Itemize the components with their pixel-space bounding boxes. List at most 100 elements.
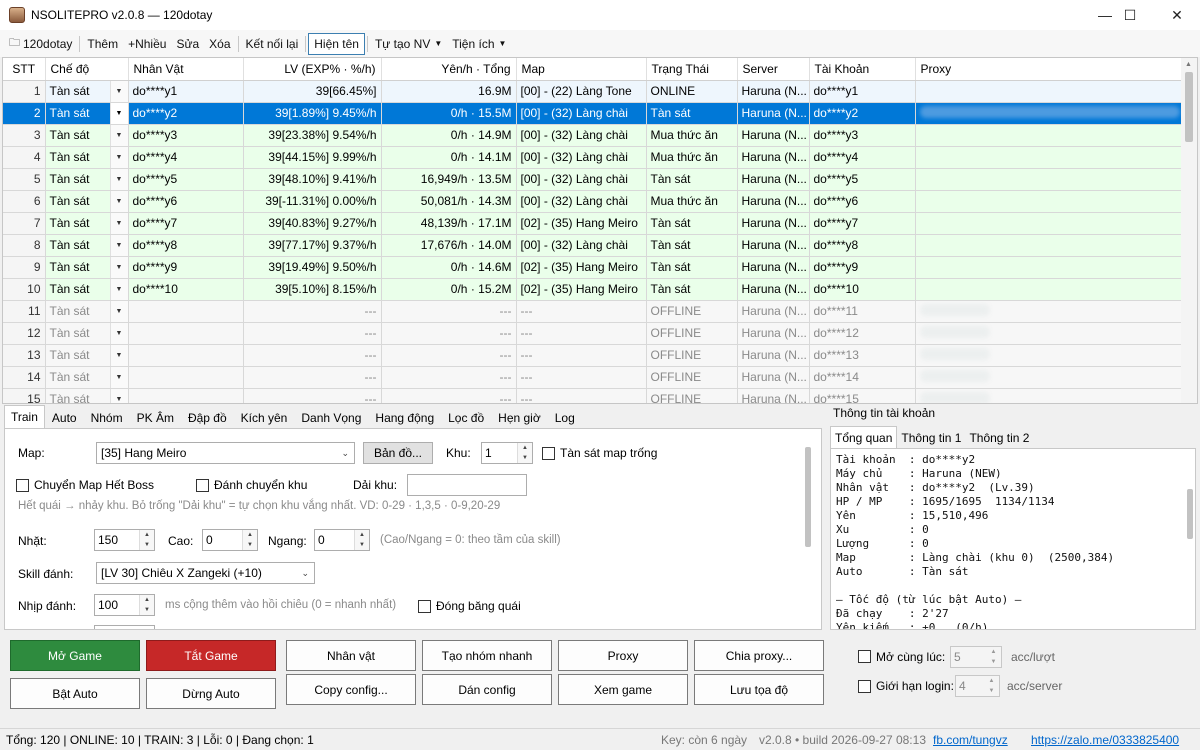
table-row[interactable]: 12 Tàn sát ▼ --- --- --- OFFLINE Haruna (N... do… [3,322,1184,345]
chevron-down-icon[interactable]: ▼ [144,607,150,613]
paste-config-button[interactable]: Dán config [422,674,552,705]
col-stt[interactable]: STT [3,58,46,81]
tab-6[interactable]: Danh Vọng [294,407,368,428]
tab-thong-tin-1[interactable]: Thông tin 1 [897,428,965,448]
chevron-up-icon[interactable]: ▲ [522,445,528,451]
tansat-empty-checkbox[interactable] [542,447,555,460]
mode-cell[interactable]: Tàn sát ▼ [45,80,129,103]
mode-cell[interactable]: Tàn sát ▼ [45,102,129,125]
mode-cell[interactable]: Tàn sát ▼ [45,124,129,147]
table-row[interactable]: 5 Tàn sát ▼ do****y5 39[48.10%] 9.41%/h 16,94… [3,168,1184,191]
col-mode[interactable]: Chế độ [45,58,129,81]
view-game-button[interactable]: Xem game [558,674,688,705]
chevron-down-icon[interactable]: ▼ [109,80,127,101]
mode-cell[interactable]: Tàn sát ▼ [45,300,129,323]
menu-add-multiple[interactable]: +Nhiều [123,33,171,55]
danh-chuyen-khu-checkbox[interactable] [196,479,209,492]
menu-show-names[interactable]: Hiện tên [308,32,365,55]
chevron-down-icon[interactable]: ▼ [109,300,127,321]
chevron-down-icon[interactable]: ▼ [109,234,127,255]
next-stepper-partial[interactable] [94,625,155,629]
map-picker-button[interactable]: Bản đồ... [363,442,433,464]
chevron-up-icon[interactable]: ▲ [989,678,995,684]
tab-4[interactable]: Đập đồ [181,407,234,428]
menu-delete[interactable]: Xóa [204,33,235,55]
mode-cell[interactable]: Tàn sát ▼ [45,256,129,279]
col-yen[interactable]: Yên/h · Tổng [381,58,517,81]
quick-group-button[interactable]: Tạo nhóm nhanh [422,640,552,671]
mode-cell[interactable]: Tàn sát ▼ [45,146,129,169]
chevron-down-icon[interactable]: ▼ [989,688,995,694]
close-button[interactable]: ✕ [1154,0,1200,30]
chevron-up-icon[interactable]: ▲ [144,597,150,603]
login-limit-checkbox[interactable] [858,680,871,693]
table-row[interactable]: 11 Tàn sát ▼ --- --- --- OFFLINE Haruna (N... do… [3,300,1184,323]
chevron-up-icon[interactable]: ▲ [144,532,150,538]
table-row[interactable]: 6 Tàn sát ▼ do****y6 39[-11.31%] 0.00%/h 50,0… [3,190,1184,213]
chevron-down-icon[interactable]: ▼ [991,659,997,665]
info-scroll-thumb[interactable] [1187,489,1193,539]
chevron-down-icon[interactable]: ▼ [109,146,127,167]
mode-cell[interactable]: Tàn sát ▼ [45,322,129,345]
open-game-button[interactable]: Mở Game [10,640,140,671]
start-auto-button[interactable]: Bật Auto [10,678,140,709]
scroll-thumb[interactable] [805,447,811,547]
nhip-stepper[interactable]: 100 ▲ ▼ [94,594,155,616]
col-status[interactable]: Trạng Thái [646,58,738,81]
tab-0[interactable]: Train [4,405,45,428]
menu-utilities[interactable]: Tiện ích ▼ [447,33,511,55]
chevron-down-icon[interactable]: ▼ [109,168,127,189]
chevron-up-icon[interactable]: ▲ [247,532,253,538]
grid-scrollbar[interactable]: ▲ [1181,58,1197,403]
tab-8[interactable]: Lọc đồ [441,407,491,428]
table-row[interactable]: 3 Tàn sát ▼ do****y3 39[23.38%] 9.54%/h 0/h ·… [3,124,1184,147]
chevron-down-icon[interactable]: ▼ [109,212,127,233]
panel-scrollbar[interactable] [801,437,815,627]
table-row[interactable]: 9 Tàn sát ▼ do****y9 39[19.49%] 9.50%/h 0/h ·… [3,256,1184,279]
col-level[interactable]: LV (EXP% · %/h) [243,58,382,81]
character-button[interactable]: Nhân vật [286,640,416,671]
mode-cell[interactable]: Tàn sát ▼ [45,388,129,403]
chevron-down-icon[interactable]: ▼ [522,455,528,461]
chevron-down-icon[interactable]: ▼ [109,190,127,211]
chevron-down-icon[interactable]: ▼ [247,542,253,548]
tab-10[interactable]: Log [548,407,582,428]
proxy-button[interactable]: Proxy [558,640,688,671]
mode-cell[interactable]: Tàn sát ▼ [45,278,129,301]
chevron-down-icon[interactable]: ▼ [109,256,127,277]
menu-add[interactable]: Thêm [82,33,123,55]
mode-cell[interactable]: Tàn sát ▼ [45,190,129,213]
chevron-down-icon[interactable]: ▼ [144,542,150,548]
table-row[interactable]: 14 Tàn sát ▼ --- --- --- OFFLINE Haruna (N... do… [3,366,1184,389]
chuyen-map-checkbox[interactable] [16,479,29,492]
chevron-up-icon[interactable]: ▲ [991,649,997,655]
maximize-button[interactable]: ☐ [1107,0,1153,30]
col-server[interactable]: Server [737,58,810,81]
table-row[interactable]: 2 Tàn sát ▼ do****y2 39[1.89%] 9.45%/h 0/h · … [3,102,1184,125]
copy-config-button[interactable]: Copy config... [286,674,416,705]
tab-2[interactable]: Nhóm [84,407,130,428]
table-row[interactable]: 10 Tàn sát ▼ do****10 39[5.10%] 8.15%/h 0/h ·… [3,278,1184,301]
scroll-thumb[interactable] [1185,72,1193,142]
chevron-up-icon[interactable]: ▲ [359,532,365,538]
login-limit-stepper[interactable]: 4 ▲ ▼ [955,675,1000,697]
chevron-down-icon[interactable]: ▼ [109,102,127,123]
dong-bang-checkbox[interactable] [418,600,431,613]
col-map[interactable]: Map [516,58,647,81]
table-row[interactable]: 7 Tàn sát ▼ do****y7 39[40.83%] 9.27%/h 48,13… [3,212,1184,235]
cao-stepper[interactable]: 0 ▲ ▼ [202,529,258,551]
mode-cell[interactable]: Tàn sát ▼ [45,366,129,389]
tab-tong-quan[interactable]: Tổng quan [830,426,898,448]
menu-auto-create[interactable]: Tự tạo NV ▼ [370,33,447,55]
tab-thong-tin-2[interactable]: Thông tin 2 [965,428,1033,448]
col-character[interactable]: Nhân Vật [128,58,244,81]
open-concurrent-checkbox[interactable] [858,650,871,663]
col-proxy[interactable]: Proxy [915,58,1184,81]
mode-cell[interactable]: Tàn sát ▼ [45,234,129,257]
tab-3[interactable]: PK Âm [130,407,181,428]
close-game-button[interactable]: Tắt Game [146,640,276,671]
ngang-stepper[interactable]: 0 ▲ ▼ [314,529,370,551]
dai-khu-input[interactable] [407,474,527,496]
chevron-down-icon[interactable]: ▼ [109,344,127,365]
map-select[interactable]: [35] Hang Meiro ⌄ [96,442,355,464]
